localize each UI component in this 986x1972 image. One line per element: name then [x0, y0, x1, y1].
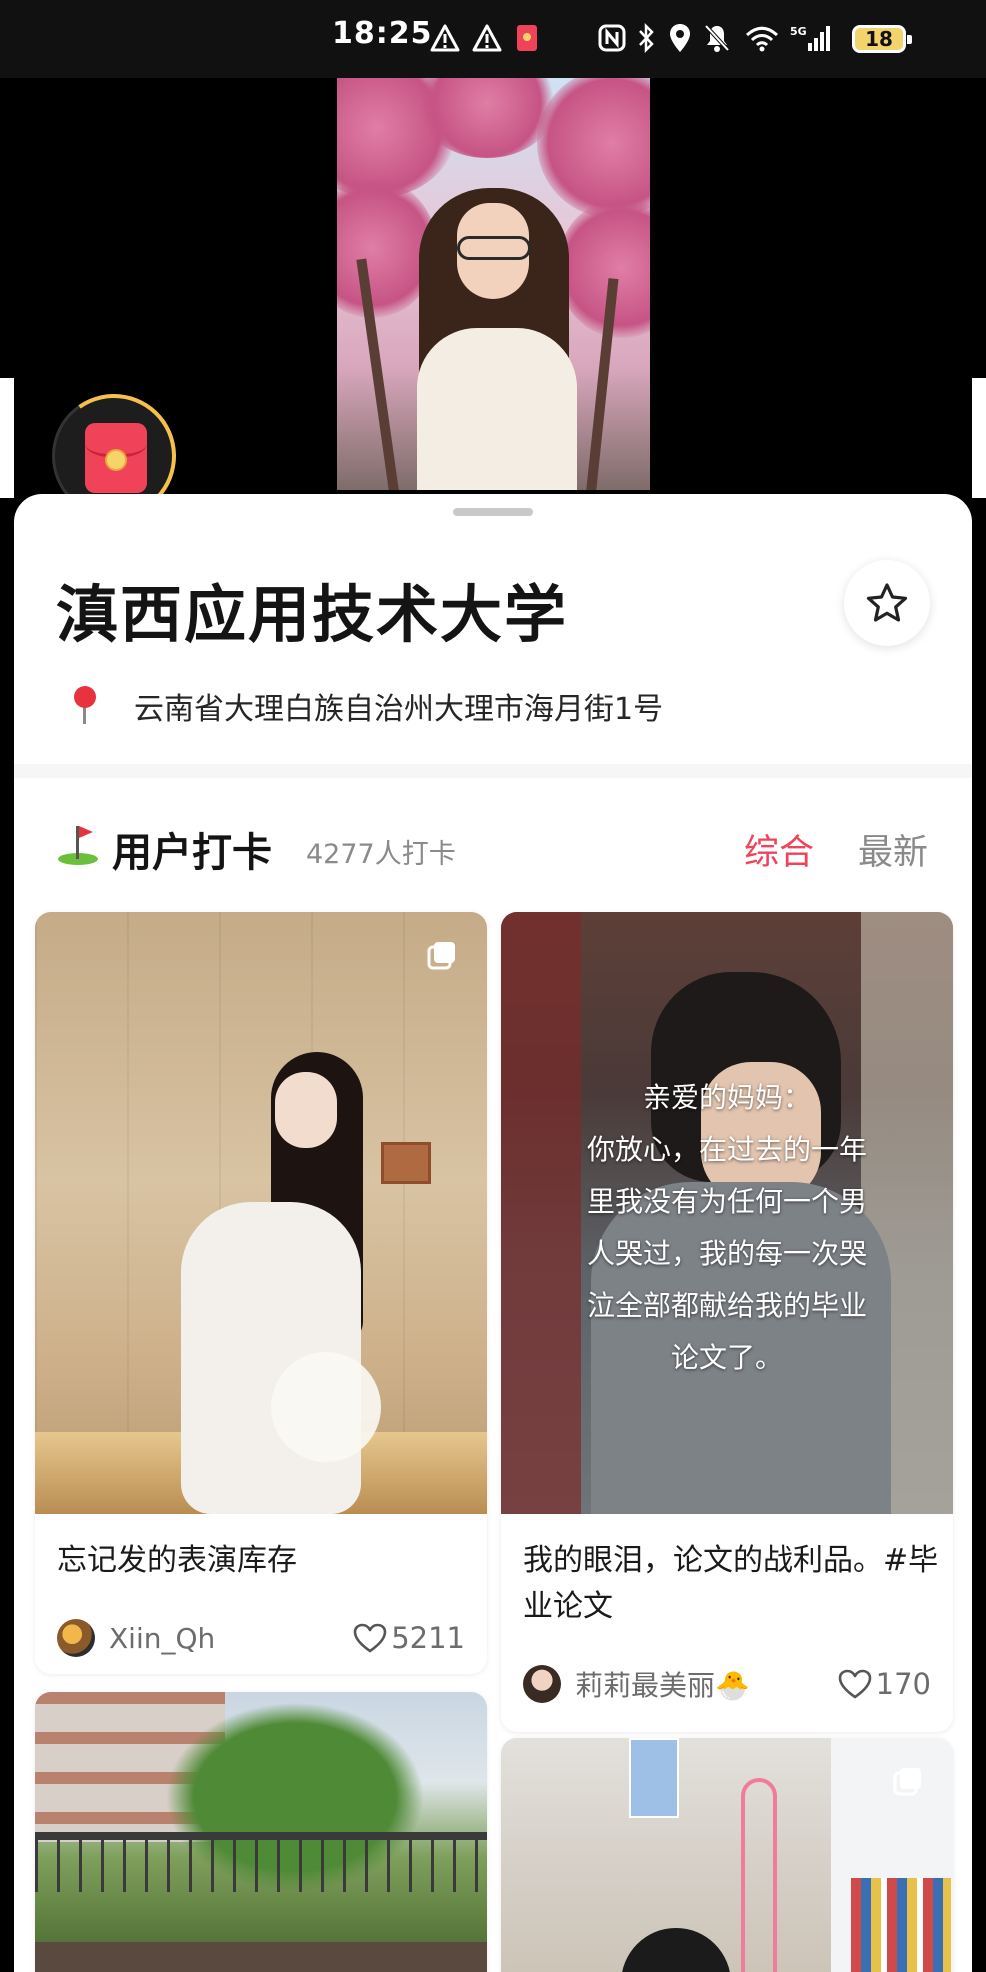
post-overlay-text: 亲爱的妈妈： 你放心，在过去的一年 里我没有为任何一个男 人哭过，我的每一次哭 … [586, 1081, 867, 1374]
favorite-button[interactable] [844, 560, 930, 646]
multi-image-icon [427, 942, 455, 970]
place-title: 滇西应用技术大学 [56, 578, 569, 651]
post-image: 亲爱的妈妈： 你放心，在过去的一年 里我没有为任何一个男 人哭过，我的每一次哭 … [501, 912, 953, 1514]
like-button[interactable]: 170 [838, 1667, 931, 1701]
map-pin-icon [70, 684, 98, 728]
multi-image-icon [893, 1768, 921, 1796]
star-icon [866, 583, 908, 622]
avatar[interactable] [57, 1619, 95, 1657]
section-divider [14, 764, 972, 778]
drag-handle[interactable] [453, 508, 533, 516]
like-count: 170 [875, 1667, 931, 1701]
tab-comprehensive[interactable]: 综合 [744, 824, 814, 875]
heart-icon [353, 1623, 387, 1653]
checkin-count: 4277人打卡 [306, 839, 456, 870]
post-card[interactable] [501, 1738, 953, 1972]
address-row[interactable]: 云南省大理白族自治州大理市海月街1号 [70, 684, 663, 728]
red-envelope-icon [85, 423, 147, 493]
post-card[interactable] [35, 1692, 487, 1972]
nfc-icon [596, 22, 628, 54]
svg-text:5G: 5G [790, 25, 807, 38]
location-icon [666, 22, 694, 54]
like-count: 5211 [391, 1621, 465, 1655]
post-image [35, 912, 487, 1514]
tab-latest[interactable]: 最新 [858, 824, 928, 875]
address-text: 云南省大理白族自治州大理市海月街1号 [134, 692, 664, 727]
hero-edge [0, 378, 14, 498]
warning-icon [428, 22, 462, 54]
signal-icon: 5G [788, 22, 836, 54]
place-detail-sheet: 滇西应用技术大学 云南省大理白族自治州大理市海月街1号 用户打卡 4277人打卡… [14, 494, 972, 1972]
post-author[interactable]: Xiin_Qh [109, 1622, 353, 1655]
post-meta: 莉莉最美丽🐣 170 [523, 1664, 931, 1704]
battery-indicator: 18 [852, 25, 912, 53]
app-notification-icon [514, 22, 540, 54]
mute-bell-icon [702, 22, 732, 54]
status-bar: 18:25 5G 18 [0, 0, 986, 78]
heart-icon [838, 1669, 871, 1699]
post-card[interactable]: 亲爱的妈妈： 你放心，在过去的一年 里我没有为任何一个男 人哭过，我的每一次哭 … [501, 912, 953, 1732]
hero-edge [972, 378, 986, 498]
bluetooth-icon [634, 22, 658, 54]
post-title: 忘记发的表演库存 [57, 1543, 297, 1578]
warning-icon [470, 22, 504, 54]
golf-flag-icon [58, 826, 98, 865]
avatar[interactable] [523, 1665, 561, 1703]
status-time: 18:25 [332, 16, 433, 51]
hero-banner [0, 78, 986, 528]
checkin-header: 用户打卡 4277人打卡 综合 最新 [56, 814, 936, 876]
post-image [35, 1692, 487, 1972]
wifi-icon [742, 22, 782, 54]
post-title: 我的眼泪，论文的战利品。#毕业论文 [523, 1543, 939, 1624]
post-author[interactable]: 莉莉最美丽🐣 [575, 1664, 838, 1704]
section-title: 用户打卡 [112, 830, 272, 876]
like-button[interactable]: 5211 [353, 1621, 465, 1655]
post-meta: Xiin_Qh 5211 [57, 1618, 465, 1658]
post-image [501, 1738, 953, 1972]
cover-photo[interactable] [337, 78, 650, 490]
post-card[interactable]: 忘记发的表演库存 Xiin_Qh 5211 [35, 912, 487, 1674]
